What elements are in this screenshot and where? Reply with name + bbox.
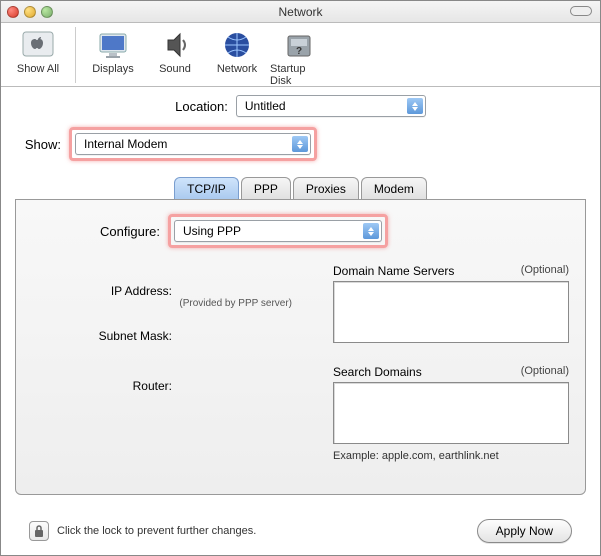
titlebar: Network	[1, 1, 600, 23]
tab-modem[interactable]: Modem	[361, 177, 427, 200]
configure-label: Configure:	[32, 224, 160, 239]
location-select[interactable]: Untitled	[236, 95, 426, 117]
footer: Click the lock to prevent further change…	[15, 513, 586, 545]
network-icon	[219, 27, 255, 63]
network-button[interactable]: Network	[208, 27, 266, 75]
displays-button[interactable]: Displays	[84, 27, 142, 75]
sound-icon	[157, 27, 193, 63]
minimize-icon[interactable]	[24, 6, 36, 18]
tab-proxies[interactable]: Proxies	[293, 177, 359, 200]
chevron-updown-icon	[292, 136, 308, 152]
tab-ppp[interactable]: PPP	[241, 177, 291, 200]
show-label: Show:	[15, 137, 61, 152]
svg-text:?: ?	[296, 46, 302, 57]
chevron-updown-icon	[363, 223, 379, 239]
example-text: Example: apple.com, earthlink.net	[333, 450, 569, 462]
startup-disk-icon: ?	[281, 27, 317, 63]
tcpip-panel: Configure: Using PPP IP Address: (Provid…	[15, 199, 586, 495]
show-select[interactable]: Internal Modem	[75, 133, 311, 155]
toolbar-pill-icon[interactable]	[570, 6, 592, 16]
dns-optional: (Optional)	[521, 264, 569, 278]
location-value: Untitled	[245, 99, 286, 113]
dns-input[interactable]	[333, 281, 569, 343]
close-icon[interactable]	[7, 6, 19, 18]
search-title: Search Domains (Optional)	[333, 365, 569, 379]
apple-prefs-icon	[20, 27, 56, 63]
startup-disk-button[interactable]: ? Startup Disk	[270, 27, 328, 87]
tab-bar: TCP/IP PPP Proxies Modem	[15, 177, 586, 200]
router-label: Router:	[32, 379, 172, 393]
location-label: Location:	[175, 99, 228, 114]
configure-select[interactable]: Using PPP	[174, 220, 382, 242]
displays-label: Displays	[92, 63, 134, 75]
body: Location: Untitled Show: Internal Modem …	[1, 87, 600, 555]
ip-provided-text: (Provided by PPP server)	[32, 298, 292, 309]
tab-tcpip[interactable]: TCP/IP	[174, 177, 239, 200]
configure-row: Configure: Using PPP	[32, 214, 569, 248]
search-label: Search Domains	[333, 365, 422, 379]
show-row: Show: Internal Modem	[15, 127, 586, 161]
zoom-icon[interactable]	[41, 6, 53, 18]
left-column: IP Address: (Provided by PPP server) Sub…	[32, 264, 321, 462]
lock-text: Click the lock to prevent further change…	[57, 525, 256, 537]
window-title: Network	[1, 5, 600, 19]
displays-icon	[95, 27, 131, 63]
location-row: Location: Untitled	[15, 95, 586, 117]
chevron-updown-icon	[407, 98, 423, 114]
search-optional: (Optional)	[521, 365, 569, 379]
right-column: Domain Name Servers (Optional) Search Do…	[333, 264, 569, 462]
network-label: Network	[217, 63, 257, 75]
show-all-label: Show All	[17, 63, 59, 75]
toolbar-separator	[75, 27, 76, 83]
startup-disk-label: Startup Disk	[270, 63, 328, 87]
ip-address-group: IP Address: (Provided by PPP server)	[32, 284, 321, 309]
apply-now-button[interactable]: Apply Now	[477, 519, 572, 543]
lock-button[interactable]	[29, 521, 49, 541]
configure-highlight: Using PPP	[168, 214, 388, 248]
lock-box: Click the lock to prevent further change…	[29, 521, 256, 541]
search-input[interactable]	[333, 382, 569, 444]
ip-address-label: IP Address:	[32, 284, 172, 298]
dns-label: Domain Name Servers	[333, 264, 454, 278]
subnet-mask-label: Subnet Mask:	[32, 329, 172, 343]
configure-value: Using PPP	[183, 224, 241, 238]
dns-title: Domain Name Servers (Optional)	[333, 264, 569, 278]
window-controls	[7, 6, 53, 18]
show-all-button[interactable]: Show All	[9, 27, 67, 75]
sound-button[interactable]: Sound	[146, 27, 204, 75]
show-value: Internal Modem	[84, 137, 167, 151]
fields-grid: IP Address: (Provided by PPP server) Sub…	[32, 264, 569, 462]
lock-icon	[33, 524, 45, 538]
sound-label: Sound	[159, 63, 191, 75]
toolbar: Show All Displays Sound Network ? Startu	[1, 23, 600, 87]
show-highlight: Internal Modem	[69, 127, 317, 161]
network-prefs-window: Network Show All Displays Sound	[0, 0, 601, 556]
